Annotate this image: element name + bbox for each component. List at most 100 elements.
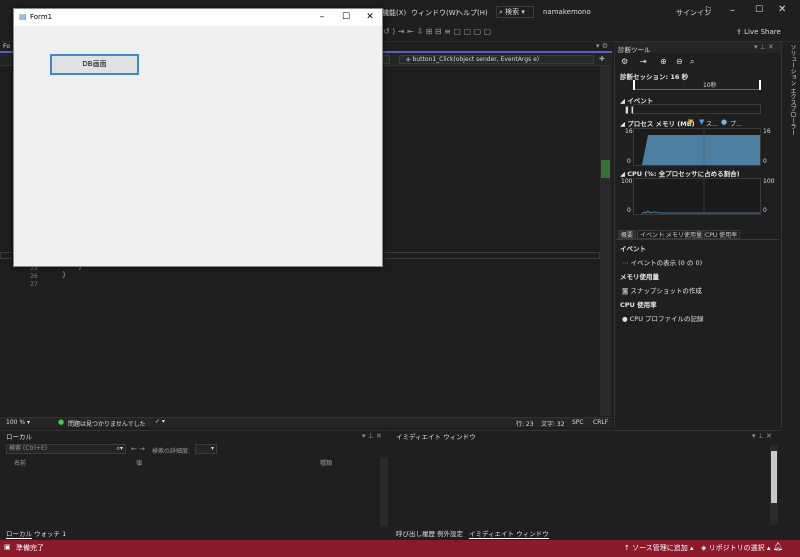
locals-search-input[interactable]: 検索 (Ctrl+E) ⌕▾	[6, 444, 126, 454]
live-share-button[interactable]: ⇪ Live Share	[736, 28, 781, 36]
memory-axis-min-right: 0	[763, 158, 767, 165]
memory-chart[interactable]	[633, 128, 761, 166]
panel-controls-icon[interactable]: ▾ ⊥ ✕	[752, 432, 772, 440]
tab-memory-usage[interactable]: メモリ使用量	[663, 230, 706, 239]
column-header-value[interactable]: 値	[136, 458, 142, 467]
minimize-icon[interactable]: –	[310, 9, 334, 26]
chevron-down-icon: ▾	[519, 8, 525, 16]
tab-summary[interactable]: 概要	[618, 230, 637, 239]
gc-marker-icon: ▼	[688, 118, 694, 126]
source-control-button[interactable]: ↑ ソース管理に追加 ▴	[624, 543, 694, 553]
diagnostic-tools-header: 診断ツール ▾ ⊥ ✕	[614, 42, 781, 54]
cpu-chart-svg	[641, 179, 760, 215]
list-icon: ⋯	[622, 259, 631, 267]
close-icon[interactable]: ✕	[778, 4, 786, 15]
legend-snapshot: ス...	[706, 121, 718, 128]
maximize-icon[interactable]: ☐	[755, 5, 763, 15]
form1-title: Form1	[30, 13, 53, 21]
tab-call-stack[interactable]: 呼び出し履歴	[396, 528, 435, 538]
solution-explorer-tab[interactable]: ソリューション エクスプローラー	[781, 42, 800, 428]
panel-controls-icon[interactable]: ▾ ⊥ ✕	[362, 432, 382, 440]
cpu-line	[641, 210, 760, 215]
zoom-in-icon[interactable]: ⊕	[660, 57, 667, 66]
record-cpu-profile-link[interactable]: ● CPU プロファイルの記録	[622, 313, 704, 323]
view-events-link[interactable]: ⋯ イベントの表示 (0 の 0)	[622, 257, 702, 267]
tab-exception-settings[interactable]: 例外設定	[437, 528, 463, 538]
export-icon[interactable]: ⇥	[640, 57, 647, 66]
column-header-name[interactable]: 名前	[14, 458, 26, 467]
nav-member-dropdown[interactable]: ◈ button1_Click(object sender, EventArgs…	[399, 55, 594, 64]
nav-arrows-icon[interactable]: ← →	[131, 445, 145, 453]
zoom-dropdown[interactable]: 100 % ▾	[6, 419, 30, 426]
timeline-end-handle[interactable]	[759, 80, 761, 90]
memory-area	[642, 135, 760, 165]
scroll-thumb[interactable]	[771, 451, 777, 503]
immediate-scrollbar[interactable]	[770, 445, 778, 525]
settings-icon[interactable]: ⚙	[621, 57, 628, 66]
line-ending-indicator[interactable]: CRLF	[593, 419, 608, 426]
search-icon: ⌕▾	[116, 445, 123, 452]
timeline-ruler[interactable]: 10秒	[633, 80, 761, 90]
cpu-section-header[interactable]: ◢ CPU (%: 全プロセッサに占める割合)	[620, 168, 740, 178]
editor-status-strip: 100 % ▾ ● 問題は見つかりませんでした ✓ ▾ 行: 23 文字: 32…	[0, 417, 612, 428]
column-header-type[interactable]: 種類	[320, 458, 332, 467]
events-track	[633, 104, 761, 114]
take-snapshot-link[interactable]: ◙ スナップショットの作成	[622, 285, 702, 295]
tab-immediate-window[interactable]: イミディエイト ウィンドウ	[469, 528, 549, 539]
editor-tab[interactable]: Fo	[3, 43, 10, 50]
timeline-label: 10秒	[703, 82, 717, 89]
tab-overflow-icon[interactable]: ▾ ⚙	[596, 42, 608, 50]
zoom-out-icon[interactable]: ⊖	[676, 57, 683, 66]
maximize-icon[interactable]: ☐	[334, 9, 358, 26]
repo-select-button[interactable]: ◈ リポジトリの選択 ▴	[701, 543, 770, 553]
search-icon: ⌕	[499, 8, 503, 16]
panel-controls-icon[interactable]: ▾ ⊥ ✕	[754, 43, 774, 51]
repo-icon: ◈	[701, 544, 709, 552]
cleanup-icon[interactable]: ✓ ▾	[155, 418, 165, 425]
search-depth-label: 検索の詳細度:	[152, 448, 191, 455]
toolbar-icons[interactable]: ↺ ⟩ ⇥ ⇤ ⇩ ⊞ ⊟ ≡ ▢ ▢ ▢ ▢	[383, 27, 491, 36]
search-depth-select[interactable]: ▾	[195, 444, 217, 454]
panel-title: 診断ツール	[618, 46, 651, 54]
issues-label[interactable]: 問題は見つかりませんでした	[68, 419, 146, 428]
reset-zoom-icon[interactable]: ⌕	[690, 57, 694, 67]
notifications-icon[interactable]: 🔔︎	[773, 542, 783, 551]
immediate-input-area[interactable]	[395, 443, 767, 523]
menu-item-window[interactable]: ウィンドウ(W)	[411, 8, 458, 18]
feedback-icon[interactable]: ⚐	[704, 6, 712, 16]
memory-axis-max: 16	[625, 128, 633, 135]
memory-section-header[interactable]: ◢ プロセス メモリ (MB)	[620, 118, 695, 128]
tab-locals[interactable]: ローカル	[6, 528, 32, 539]
split-icon[interactable]: ✚	[599, 55, 605, 63]
whitespace-indicator[interactable]: SPC	[572, 419, 584, 426]
divider	[616, 239, 779, 240]
solution-explorer-label[interactable]: ソリューション エクスプローラー	[786, 44, 796, 136]
cpu-axis-min: 0	[627, 207, 631, 214]
search-box[interactable]: ⌕ 検索 ▾	[496, 6, 534, 18]
timeline-start-handle[interactable]	[633, 80, 635, 90]
tab-watch-1[interactable]: ウォッチ 1	[34, 528, 66, 538]
project-name: namakemono	[543, 8, 591, 16]
close-icon[interactable]: ✕	[358, 9, 382, 26]
memory-axis-max-right: 16	[763, 128, 771, 135]
cpu-chart[interactable]	[633, 178, 761, 215]
scroll-thumb[interactable]	[601, 160, 610, 178]
nav-type-dropdown[interactable]	[382, 55, 390, 64]
menu-item-extensions[interactable]: 機能(X)	[382, 8, 406, 18]
editor-vertical-scrollbar[interactable]	[600, 66, 611, 416]
locals-title: ローカル	[6, 433, 32, 441]
tab-cpu-usage[interactable]: CPU 使用率	[702, 230, 741, 239]
cpu-axis-max-right: 100	[763, 178, 775, 185]
menu-item-help[interactable]: ヘルプ(H)	[456, 8, 488, 18]
form1-window: ▤ Form1 – ☐ ✕ DB画面	[13, 8, 383, 267]
line-number: 27	[30, 280, 38, 288]
db-screen-button[interactable]: DB画面	[50, 54, 139, 75]
memory-axis-min: 0	[627, 158, 631, 165]
immediate-title: イミディエイト ウィンドウ	[396, 433, 476, 441]
form1-titlebar[interactable]: ▤ Form1 – ☐ ✕	[14, 9, 382, 26]
line-number: 26	[30, 272, 38, 280]
summary-events-title: イベント	[620, 245, 646, 253]
locals-scrollbar[interactable]	[380, 457, 388, 527]
check-icon: ●	[58, 418, 65, 426]
minimize-icon[interactable]: –	[730, 5, 735, 16]
